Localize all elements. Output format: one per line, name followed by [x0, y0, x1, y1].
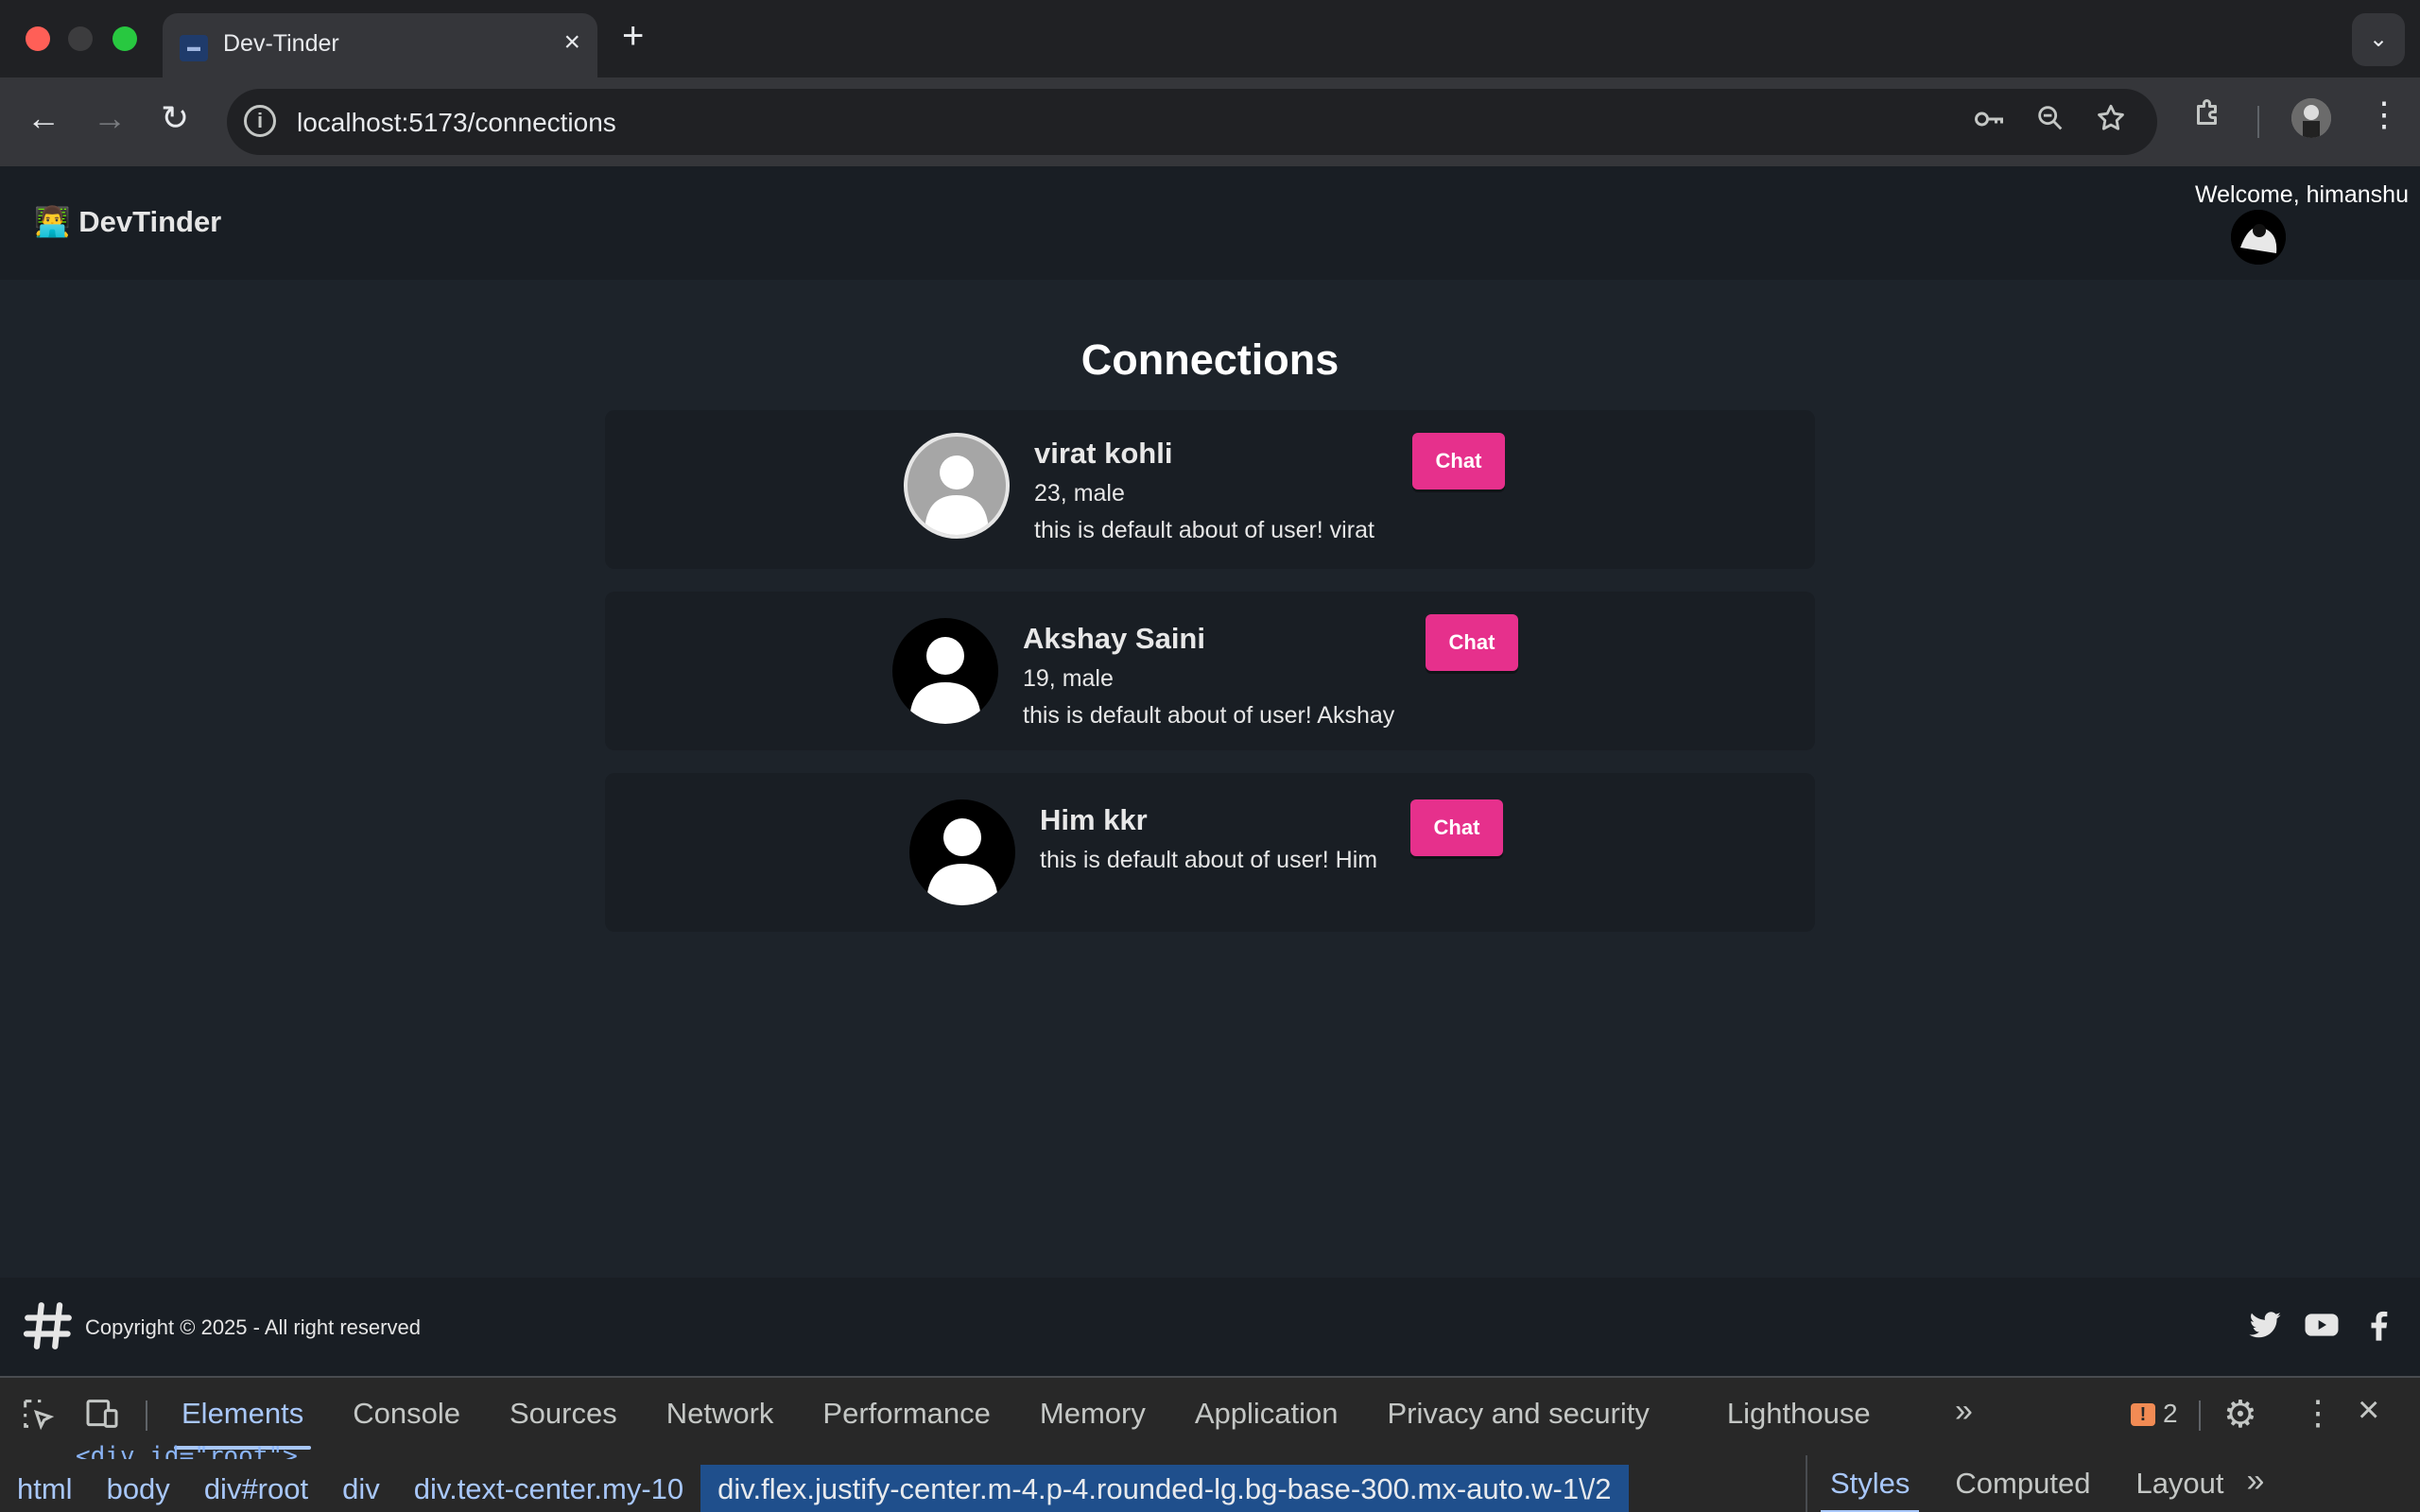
- hashtag-logo-icon: [21, 1298, 76, 1353]
- connection-avatar: [892, 618, 998, 724]
- page-title: Connections: [1080, 335, 1340, 384]
- chat-button[interactable]: Chat: [1410, 799, 1503, 856]
- breadcrumb-item[interactable]: html: [0, 1465, 90, 1512]
- tab-application[interactable]: Application: [1170, 1378, 1363, 1450]
- browser-menu-icon[interactable]: ⋮: [2367, 94, 2401, 134]
- window-zoom-button[interactable]: [112, 26, 137, 51]
- chat-button[interactable]: Chat: [1426, 614, 1518, 671]
- bookmark-star-icon[interactable]: [2095, 102, 2127, 143]
- extensions-puzzle-icon[interactable]: [2191, 96, 2225, 139]
- youtube-icon[interactable]: [2303, 1306, 2341, 1344]
- address-bar[interactable]: i localhost:5173/connections: [227, 89, 2157, 155]
- close-devtools-icon[interactable]: ×: [2358, 1389, 2379, 1432]
- chat-button[interactable]: Chat: [1412, 433, 1505, 490]
- password-key-icon[interactable]: [1972, 102, 2006, 145]
- forward-icon[interactable]: →: [93, 98, 127, 138]
- connection-card: Akshay Saini 19, male this is default ab…: [605, 592, 1815, 750]
- connection-name: virat kohli: [1034, 437, 1173, 470]
- issues-badge[interactable]: ! 2: [2131, 1399, 2178, 1429]
- zoom-icon[interactable]: [2034, 102, 2066, 143]
- new-tab-icon[interactable]: +: [622, 15, 644, 58]
- tab-sources[interactable]: Sources: [485, 1378, 642, 1450]
- dom-breadcrumb: html body div#root div div.text-center.m…: [0, 1465, 1806, 1512]
- browser-tab-bar: ▬ Dev-Tinder × + ⌄: [0, 0, 2420, 77]
- connection-about: this is default about of user! virat: [1034, 517, 1374, 543]
- connection-avatar: [904, 433, 1010, 539]
- window-close-button[interactable]: [26, 26, 50, 51]
- browser-tab[interactable]: ▬ Dev-Tinder ×: [163, 13, 597, 77]
- tab-computed[interactable]: Computed: [1932, 1455, 2113, 1512]
- connection-name: Akshay Saini: [1023, 622, 1205, 655]
- toolbar-divider: [2257, 106, 2259, 138]
- breadcrumb-item[interactable]: div#root: [187, 1465, 325, 1512]
- window-minimize-button[interactable]: [68, 26, 93, 51]
- url-text[interactable]: localhost:5173/connections: [297, 108, 616, 138]
- connection-card: virat kohli 23, male this is default abo…: [605, 410, 1815, 569]
- reload-icon[interactable]: ↻: [161, 98, 189, 138]
- facebook-icon[interactable]: [2360, 1306, 2397, 1344]
- devtools-divider: [146, 1400, 147, 1431]
- breadcrumb-item-selected[interactable]: div.flex.justify-center.m-4.p-4.rounded-…: [700, 1465, 1629, 1512]
- user-avatar[interactable]: [2231, 210, 2286, 265]
- settings-gear-icon[interactable]: ⚙: [2223, 1393, 2257, 1436]
- tab-network[interactable]: Network: [642, 1378, 799, 1450]
- app-navbar: 👨‍💻 DevTinder Welcome, himanshu: [0, 166, 2420, 280]
- welcome-text: Welcome, himanshu: [2194, 181, 2409, 208]
- tab-styles[interactable]: Styles: [1807, 1455, 1932, 1512]
- close-tab-icon[interactable]: ×: [563, 26, 580, 59]
- connection-about: this is default about of user! Him: [1040, 847, 1378, 873]
- favicon-icon: ▬: [180, 35, 208, 61]
- styles-pane-tabs: Styles Computed Layout »: [1806, 1455, 2420, 1512]
- tab-privacy-security[interactable]: Privacy and security: [1363, 1378, 1674, 1450]
- brand-logo[interactable]: 👨‍💻 DevTinder: [34, 204, 221, 239]
- devtools-menu-icon[interactable]: ⋮: [2301, 1393, 2335, 1433]
- breadcrumb-item[interactable]: body: [90, 1465, 187, 1512]
- twitter-icon[interactable]: [2246, 1306, 2284, 1344]
- connection-avatar: [909, 799, 1015, 905]
- tab-layout[interactable]: Layout: [2113, 1455, 2246, 1512]
- site-info-icon[interactable]: i: [244, 105, 276, 137]
- devtools-panel: Elements Console Sources Network Perform…: [0, 1376, 2420, 1512]
- devtools-tabs: Elements Console Sources Network Perform…: [157, 1378, 1895, 1450]
- browser-toolbar: ← → ↻ i localhost:5173/connections ⋮: [0, 77, 2420, 166]
- connection-name: Him kkr: [1040, 803, 1148, 836]
- inspect-element-icon[interactable]: [19, 1395, 57, 1433]
- devtools-divider: [2199, 1400, 2201, 1431]
- tab-title: Dev-Tinder: [223, 30, 339, 57]
- breadcrumb-item[interactable]: div.text-center.my-10: [397, 1465, 700, 1512]
- copyright-text: Copyright © 2025 - All right reserved: [85, 1315, 421, 1339]
- issue-warning-icon: !: [2131, 1403, 2155, 1426]
- connection-age-gender: 19, male: [1023, 665, 1114, 692]
- dom-tree-line[interactable]: <div id="root">: [76, 1442, 298, 1459]
- tab-memory[interactable]: Memory: [1015, 1378, 1170, 1450]
- back-icon[interactable]: ←: [26, 98, 60, 138]
- connection-card: Him kkr this is default about of user! H…: [605, 773, 1815, 932]
- breadcrumb-item[interactable]: div: [325, 1465, 397, 1512]
- tab-performance[interactable]: Performance: [798, 1378, 1014, 1450]
- device-toolbar-icon[interactable]: [83, 1395, 121, 1433]
- tab-lighthouse[interactable]: Lighthouse: [1703, 1378, 1895, 1450]
- tab-search-icon[interactable]: ⌄: [2352, 13, 2405, 66]
- tab-console[interactable]: Console: [328, 1378, 485, 1450]
- more-styles-tabs-chevron-icon[interactable]: »: [2247, 1455, 2265, 1512]
- profile-avatar[interactable]: [2291, 98, 2331, 138]
- more-tabs-chevron-icon[interactable]: »: [1955, 1393, 1973, 1430]
- connection-age-gender: 23, male: [1034, 480, 1125, 507]
- issues-count: 2: [2163, 1399, 2178, 1428]
- tab-elements[interactable]: Elements: [157, 1378, 328, 1450]
- page-footer: Copyright © 2025 - All right reserved: [0, 1278, 2420, 1376]
- connection-about: this is default about of user! Akshay: [1023, 702, 1395, 729]
